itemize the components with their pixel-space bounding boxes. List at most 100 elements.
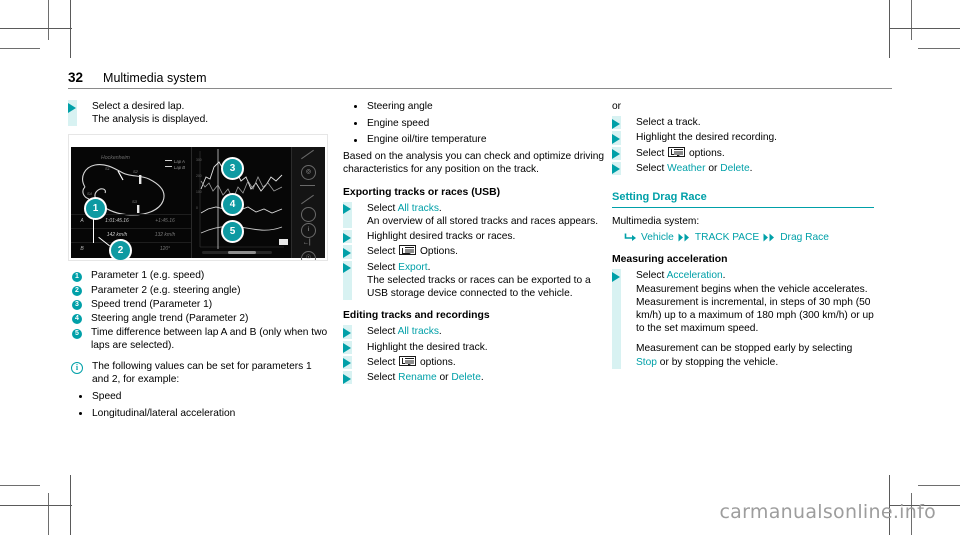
watermark: carmanualsonline.info	[719, 501, 936, 523]
step-suffix: .	[480, 371, 484, 383]
info-note-bullet-acceleration: Longitudinal/lateral acceleration	[68, 407, 330, 420]
menu-link-rename[interactable]: Rename	[398, 372, 437, 383]
legend-text: Parameter 1 (e.g. speed)	[91, 270, 205, 282]
figure-lap-value-2: 132 km/h	[154, 232, 176, 239]
legend-item-5: 5 Time difference between lap A and B (o…	[68, 326, 330, 352]
figure-scrollbar-thumb[interactable]	[228, 251, 256, 255]
step-suffix: .	[438, 202, 442, 214]
multimedia-system-label: Multimedia system:	[612, 215, 700, 227]
crop-mark-top-left-inner-horizontal	[0, 28, 72, 29]
figure-display-screen: Hockenheim Lap A Lap B S1 S2 S3 S4 A 1:0…	[71, 147, 325, 261]
stop-note-suffix: or by stopping the vehicle.	[656, 356, 779, 368]
step-text: Select Export.	[367, 261, 605, 274]
bullet-text: Speed	[92, 391, 122, 403]
crop-mark-bottom-left-inner-horizontal	[0, 505, 72, 506]
svg-text:200: 200	[196, 174, 202, 178]
legend-item-3: 3 Speed trend (Parameter 1)	[68, 298, 330, 311]
figure-rail-edit-icon[interactable]	[301, 195, 314, 205]
breadcrumb-item-vehicle[interactable]: Vehicle	[641, 231, 674, 244]
step-prefix: Select	[636, 147, 668, 159]
step-text: Select a track.	[636, 117, 701, 129]
menu-link-delete[interactable]: Delete	[720, 163, 749, 174]
legend-number: 1	[72, 271, 82, 282]
step-text: Select options.	[367, 355, 605, 369]
svg-text:100: 100	[196, 190, 202, 194]
bullet-steering-angle: Steering angle	[343, 100, 605, 113]
arrow-bullet-icon	[612, 134, 620, 144]
figure-lap-table-row: 142 km/h 132 km/h	[71, 228, 191, 242]
column-left: Select a desired lap. The analysis is di…	[68, 100, 330, 423]
figure-rail-pointer-icon[interactable]	[301, 150, 314, 160]
figure-rail-exit-icon[interactable]: ←⎢	[301, 237, 314, 250]
bullet-engine-speed: Engine speed	[343, 117, 605, 130]
legend-number: 4	[72, 314, 82, 325]
step-subtext: The selected tracks or races can be expo…	[367, 274, 591, 299]
figure-rail-target-icon[interactable]: ◎	[301, 165, 316, 181]
step-suffix: .	[427, 261, 431, 273]
analysis-paragraph: Based on the analysis you can check and …	[343, 151, 605, 176]
arrow-bullet-icon	[343, 247, 351, 258]
legend-text: Parameter 2 (e.g. steering angle)	[91, 284, 241, 296]
menu-link-delete[interactable]: Delete	[451, 372, 480, 383]
svg-text:S4: S4	[87, 191, 93, 196]
menu-link-weather[interactable]: Weather	[667, 163, 705, 174]
step-prefix: Select	[367, 246, 399, 258]
figure-fullscreen-icon	[279, 239, 288, 246]
figure-rail-circle-icon[interactable]	[301, 207, 316, 223]
bullet-text: Steering angle	[367, 101, 433, 112]
menu-link-all-tracks[interactable]: All tracks	[398, 203, 439, 214]
options-icon[interactable]	[399, 355, 417, 366]
column-middle: Steering angle Engine speed Engine oil/t…	[343, 100, 605, 386]
callout-2: 2	[109, 239, 132, 261]
legend-number: 2	[72, 286, 82, 296]
step-suffix: .	[722, 270, 726, 282]
step-subtext: An overview of all stored tracks and rac…	[367, 215, 599, 227]
figure-rail-settings-icon[interactable]: ☉	[301, 251, 316, 261]
menu-link-stop[interactable]: Stop	[636, 357, 657, 368]
crop-mark-top-right-vertical	[911, 0, 912, 40]
options-icon[interactable]	[668, 146, 686, 157]
menu-link-all-tracks[interactable]: All tracks	[398, 326, 439, 337]
step-text: Select All tracks.	[367, 202, 605, 215]
step-select-options-export: Select Options.	[343, 245, 605, 259]
step-prefix: Select	[636, 270, 667, 282]
breadcrumb-item-drag-race[interactable]: Drag Race	[780, 231, 829, 244]
arrow-bullet-icon	[343, 327, 351, 338]
legend-item-1: 1 Parameter 1 (e.g. speed)	[68, 269, 330, 282]
step-select-acceleration: Select Acceleration. Measurement begins …	[612, 269, 874, 369]
step-suffix: .	[749, 162, 753, 174]
arrow-bullet-icon	[68, 102, 76, 113]
arrow-bullet-icon	[343, 232, 351, 243]
step-subtext: Measurement begins when the vehicle acce…	[636, 283, 874, 335]
figure-rail-info-icon[interactable]: i	[301, 223, 316, 239]
step-subtext-stop: Measurement can be stopped early by sele…	[636, 342, 874, 368]
step-suffix: .	[438, 326, 442, 338]
step-highlight-tracks: Highlight desired tracks or races.	[343, 230, 605, 244]
figure-scrollbar-track[interactable]	[202, 251, 272, 255]
step-suffix: options.	[417, 356, 456, 368]
arrow-bullet-icon	[343, 358, 351, 369]
options-icon[interactable]	[399, 245, 417, 256]
step-select-rename-or-delete: Select Rename or Delete.	[343, 370, 605, 385]
arrow-bullet-icon	[343, 263, 351, 274]
svg-text:S3: S3	[132, 199, 138, 204]
crop-mark-top-right-inner-vertical	[889, 0, 890, 58]
figure-side-button-rail: ◎ i ←⎢ ☉	[291, 147, 325, 261]
step-select-all-tracks-export: Select All tracks. An overview of all st…	[343, 201, 605, 229]
menu-link-export[interactable]: Export	[398, 262, 427, 273]
legend-item-2: 2 Parameter 2 (e.g. steering angle)	[68, 284, 330, 297]
arrow-bullet-icon	[343, 343, 351, 354]
crop-mark-bottom-left-horizontal	[0, 485, 40, 486]
step-conjunction: or	[436, 371, 452, 383]
svg-text:S2: S2	[133, 169, 139, 174]
bullet-text: Longitudinal/lateral acceleration	[92, 407, 236, 419]
svg-text:S1: S1	[105, 166, 110, 171]
figure-rail-back-icon[interactable]	[300, 185, 315, 187]
crop-mark-bottom-left-vertical	[48, 493, 49, 535]
or-label: or	[612, 101, 622, 112]
step-prefix: Select	[367, 371, 399, 383]
menu-link-acceleration[interactable]: Acceleration	[667, 270, 723, 281]
breadcrumb-separator-icon	[678, 233, 691, 242]
heading-editing-tracks: Editing tracks and recordings	[343, 310, 490, 322]
breadcrumb-item-track-pace[interactable]: TRACK PACE	[695, 231, 759, 244]
